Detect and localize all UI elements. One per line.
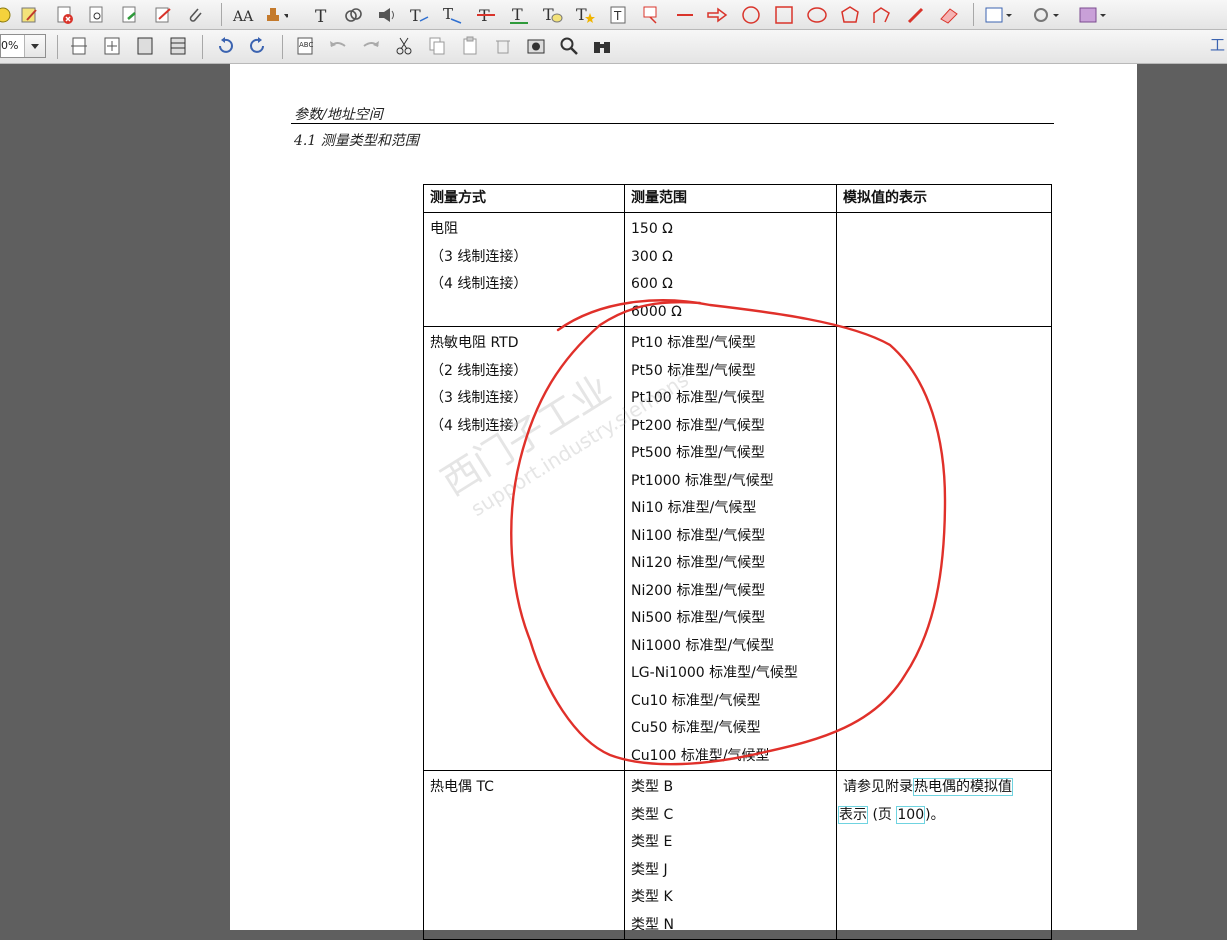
freehand-circle-annotation[interactable] [0,0,1227,930]
annotation-stroke [510,299,947,766]
